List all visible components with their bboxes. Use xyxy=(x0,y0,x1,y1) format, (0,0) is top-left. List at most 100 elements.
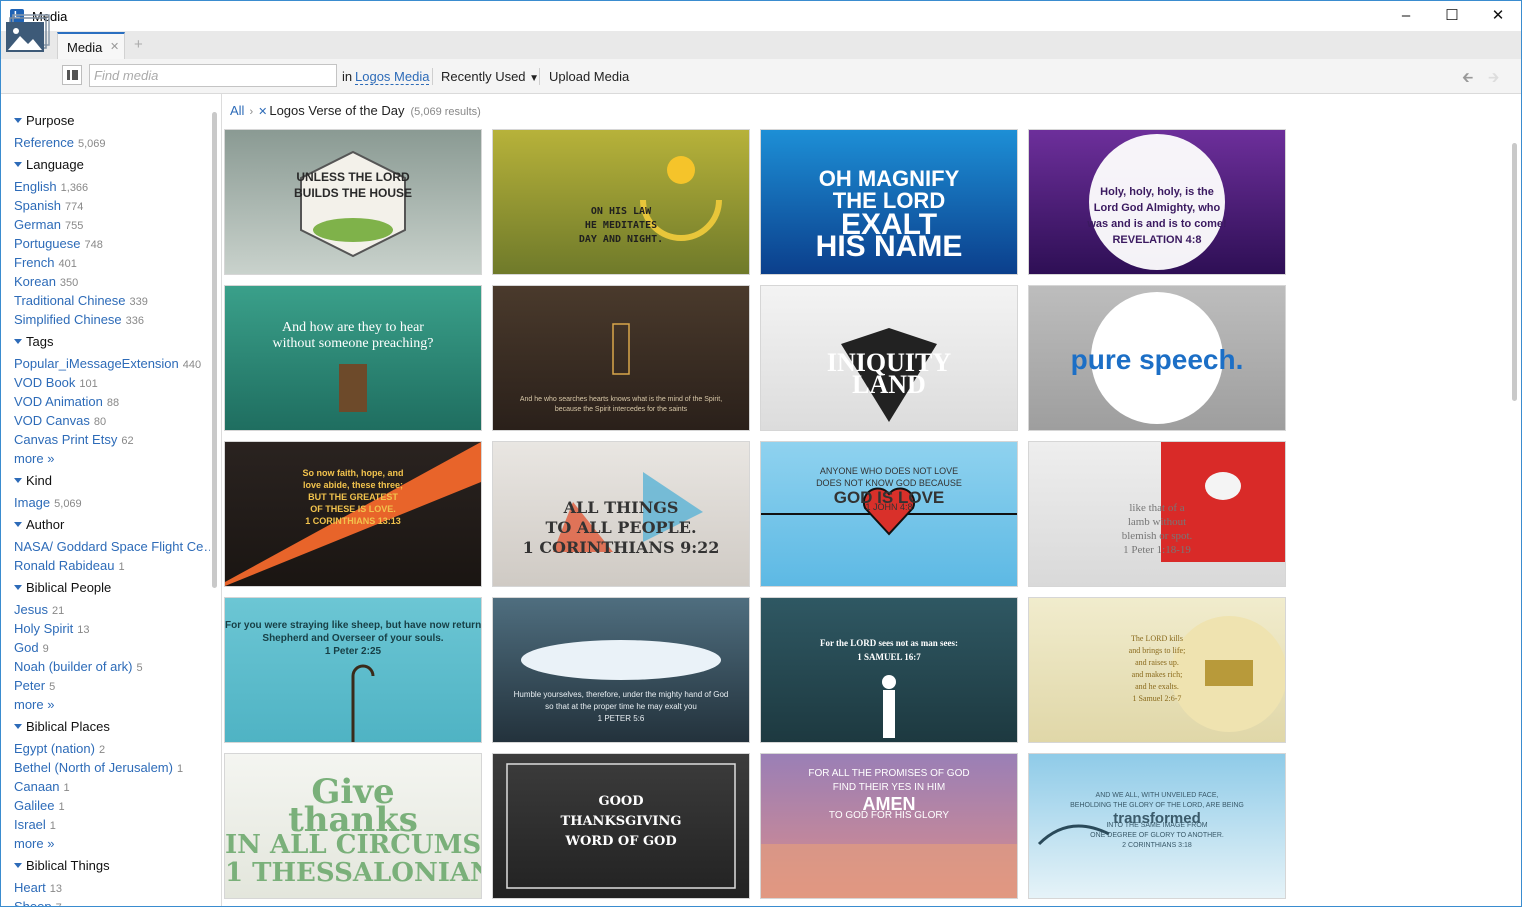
sidebar-scrollbar[interactable] xyxy=(211,98,219,904)
facet-item[interactable]: Noah (builder of ark) 5 xyxy=(14,659,143,674)
close-button[interactable]: ✕ xyxy=(1475,1,1521,31)
thumbnail-caption: Humble yourselves, therefore, under the … xyxy=(513,690,729,699)
media-thumbnail[interactable]: ALL THINGS TO ALL PEOPLE. 1 CORINTHIANS 9:… xyxy=(493,442,749,586)
facet-item[interactable]: God 9 xyxy=(14,640,49,655)
thumbnail-caption: 1 Samuel 2:6-7 xyxy=(1132,694,1182,703)
facet-item[interactable]: Traditional Chinese 339 xyxy=(14,293,148,308)
facet-item[interactable]: VOD Book 101 xyxy=(14,375,98,390)
media-thumbnail[interactable]: ANYONE WHO DOES NOT LOVE DOES NOT KNOW GO… xyxy=(761,442,1017,586)
media-thumbnail[interactable]: Holy, holy, holy, is the Lord God Almight… xyxy=(1029,130,1285,274)
collapse-triangle-icon xyxy=(14,162,22,168)
facet-item-count: 774 xyxy=(64,201,84,213)
sidebar-scroll-thumb[interactable] xyxy=(212,112,217,588)
media-thumbnail[interactable]: AND WE ALL, WITH UNVEILED FACE, BEHOLDING… xyxy=(1029,754,1285,898)
sidebar-toggle-icon[interactable] xyxy=(62,65,82,85)
remove-filter-icon[interactable]: ✕ xyxy=(258,106,267,118)
find-media-input[interactable] xyxy=(89,64,337,87)
thumbnail-caption: love abide, these three; xyxy=(302,480,404,490)
media-thumbnail[interactable]: And how are they to hear without someone … xyxy=(225,286,481,430)
facet-item[interactable]: Portuguese 748 xyxy=(14,236,103,251)
maximize-button[interactable]: ☐ xyxy=(1429,1,1475,31)
breadcrumb-filter: Logos Verse of the Day xyxy=(269,103,405,118)
facet-item-count: 13 xyxy=(77,624,90,636)
facet-item[interactable]: VOD Canvas 80 xyxy=(14,413,106,428)
facet-item[interactable]: Egypt (nation) 2 xyxy=(14,741,105,756)
facet-sidebar: Purpose Reference 5,069 Language English 1,36… xyxy=(1,94,210,906)
facet-item[interactable]: Sheep 7 xyxy=(14,899,62,906)
thumbnail-caption: DOES NOT KNOW GOD BECAUSE xyxy=(816,478,962,488)
tab-media[interactable]: Media ✕ xyxy=(57,32,125,59)
facet-item-name: VOD Book xyxy=(14,375,76,390)
facet-item[interactable]: Holy Spirit 13 xyxy=(14,621,90,636)
facet-item[interactable]: NASA/ Goddard Space Flight Ce…1 xyxy=(14,539,210,554)
facet-header[interactable]: Biblical People xyxy=(14,580,111,595)
facet-item-name: Traditional Chinese xyxy=(14,293,126,308)
facet-item[interactable]: German 755 xyxy=(14,217,83,232)
facet-item[interactable]: Canaan 1 xyxy=(14,779,70,794)
collection-link[interactable]: Logos Media xyxy=(355,69,430,85)
facet-item-count: 1,366 xyxy=(60,182,89,194)
facet-item[interactable]: Israel 1 xyxy=(14,817,56,832)
facet-header[interactable]: Kind xyxy=(14,473,52,488)
facet-header-label: Purpose xyxy=(26,113,75,128)
facet-item[interactable]: Heart 13 xyxy=(14,880,62,895)
results-scrollbar[interactable] xyxy=(1511,129,1519,905)
media-thumbnail[interactable]: like that of a lamb without blemish or spo… xyxy=(1029,442,1285,586)
minimize-button[interactable]: – xyxy=(1383,1,1429,31)
back-arrow-icon[interactable]: 🡰 xyxy=(1462,67,1473,91)
media-thumbnail[interactable]: OH MAGNIFY THE LORD EXALT HIS NAME xyxy=(761,130,1017,274)
thumbnail-caption: So now faith, hope, and xyxy=(302,468,404,478)
facet-header[interactable]: Author xyxy=(14,517,64,532)
sort-dropdown[interactable]: Recently Used ▼ xyxy=(441,69,539,84)
thumbnail-caption: Holy, holy, holy, is the xyxy=(1100,186,1214,198)
facet-more-link[interactable]: more » xyxy=(14,451,54,466)
facet-item[interactable]: Reference 5,069 xyxy=(14,135,106,150)
media-thumbnail[interactable]: FOR ALL THE PROMISES OF GOD FIND THEIR YE… xyxy=(761,754,1017,898)
facet-item[interactable]: Popular_iMessageExtension 440 xyxy=(14,356,201,371)
facet-item[interactable]: VOD Animation 88 xyxy=(14,394,119,409)
media-thumbnail[interactable]: Humble yourselves, therefore, under the … xyxy=(493,598,749,742)
facet-item-count: 350 xyxy=(59,277,79,289)
facet-item[interactable]: Bethel (North of Jerusalem) 1 xyxy=(14,760,183,775)
facet-header[interactable]: Biblical Things xyxy=(14,858,110,873)
facet-item[interactable]: Ronald Rabideau 1 xyxy=(14,558,125,573)
media-thumbnail[interactable]: INIQUITY LAND xyxy=(761,286,1017,430)
facet-header[interactable]: Tags xyxy=(14,334,53,349)
media-thumbnail[interactable]: And he who searches hearts knows what is… xyxy=(493,286,749,430)
facet-item[interactable]: Image 5,069 xyxy=(14,495,82,510)
facet-item[interactable]: Simplified Chinese 336 xyxy=(14,312,144,327)
upload-media-button[interactable]: Upload Media xyxy=(549,69,629,84)
facet-more-link[interactable]: more » xyxy=(14,697,54,712)
facet-item[interactable]: English 1,366 xyxy=(14,179,88,194)
facet-item[interactable]: Canvas Print Etsy 62 xyxy=(14,432,134,447)
media-thumbnail[interactable]: pure speech. xyxy=(1029,286,1285,430)
facet-item-name: Jesus xyxy=(14,602,48,617)
facet-item[interactable]: French 401 xyxy=(14,255,77,270)
media-thumbnail[interactable]: UNLESS THE LORD BUILDS THE HOUSE xyxy=(225,130,481,274)
media-thumbnail[interactable]: ON HIS LAW HE MEDITATES DAY AND NIGHT. xyxy=(493,130,749,274)
facet-item[interactable]: Spanish 774 xyxy=(14,198,83,213)
media-thumbnail[interactable]: For the LORD sees not as man sees: 1 SAMU… xyxy=(761,598,1017,742)
new-tab-plus-icon[interactable]: + xyxy=(134,36,143,53)
facet-item[interactable]: Jesus 21 xyxy=(14,602,64,617)
facet-item[interactable]: Peter 5 xyxy=(14,678,55,693)
sidebar-divider[interactable] xyxy=(221,94,222,906)
facet-item[interactable]: Korean 350 xyxy=(14,274,78,289)
media-thumbnail[interactable]: GOOD THANKSGIVING WORD OF GOD xyxy=(493,754,749,898)
media-thumbnail[interactable]: So now faith, hope, and love abide, these… xyxy=(225,442,481,586)
media-thumbnail[interactable]: For you were straying like sheep, but ha… xyxy=(225,598,481,742)
tab-close-icon[interactable]: ✕ xyxy=(110,40,119,53)
facet-header[interactable]: Language xyxy=(14,157,84,172)
facet-header[interactable]: Purpose xyxy=(14,113,74,128)
media-thumbnail[interactable]: The LORD kills and brings to life; and rai… xyxy=(1029,598,1285,742)
media-thumbnail[interactable]: GivethanksIN ALL CIRCUMSTANCES1 THESSALO… xyxy=(225,754,481,898)
facet-item-count: 1 xyxy=(58,801,65,813)
facet-item-count: 88 xyxy=(106,397,120,409)
facet-item[interactable]: Galilee 1 xyxy=(14,798,65,813)
results-scroll-thumb[interactable] xyxy=(1512,143,1517,401)
facet-more-link[interactable]: more » xyxy=(14,836,54,851)
breadcrumb-all-link[interactable]: All xyxy=(230,103,244,118)
facet-header[interactable]: Biblical Places xyxy=(14,719,110,734)
forward-arrow-icon[interactable]: 🡲 xyxy=(1488,67,1499,91)
facet-item-count: 1 xyxy=(63,782,70,794)
